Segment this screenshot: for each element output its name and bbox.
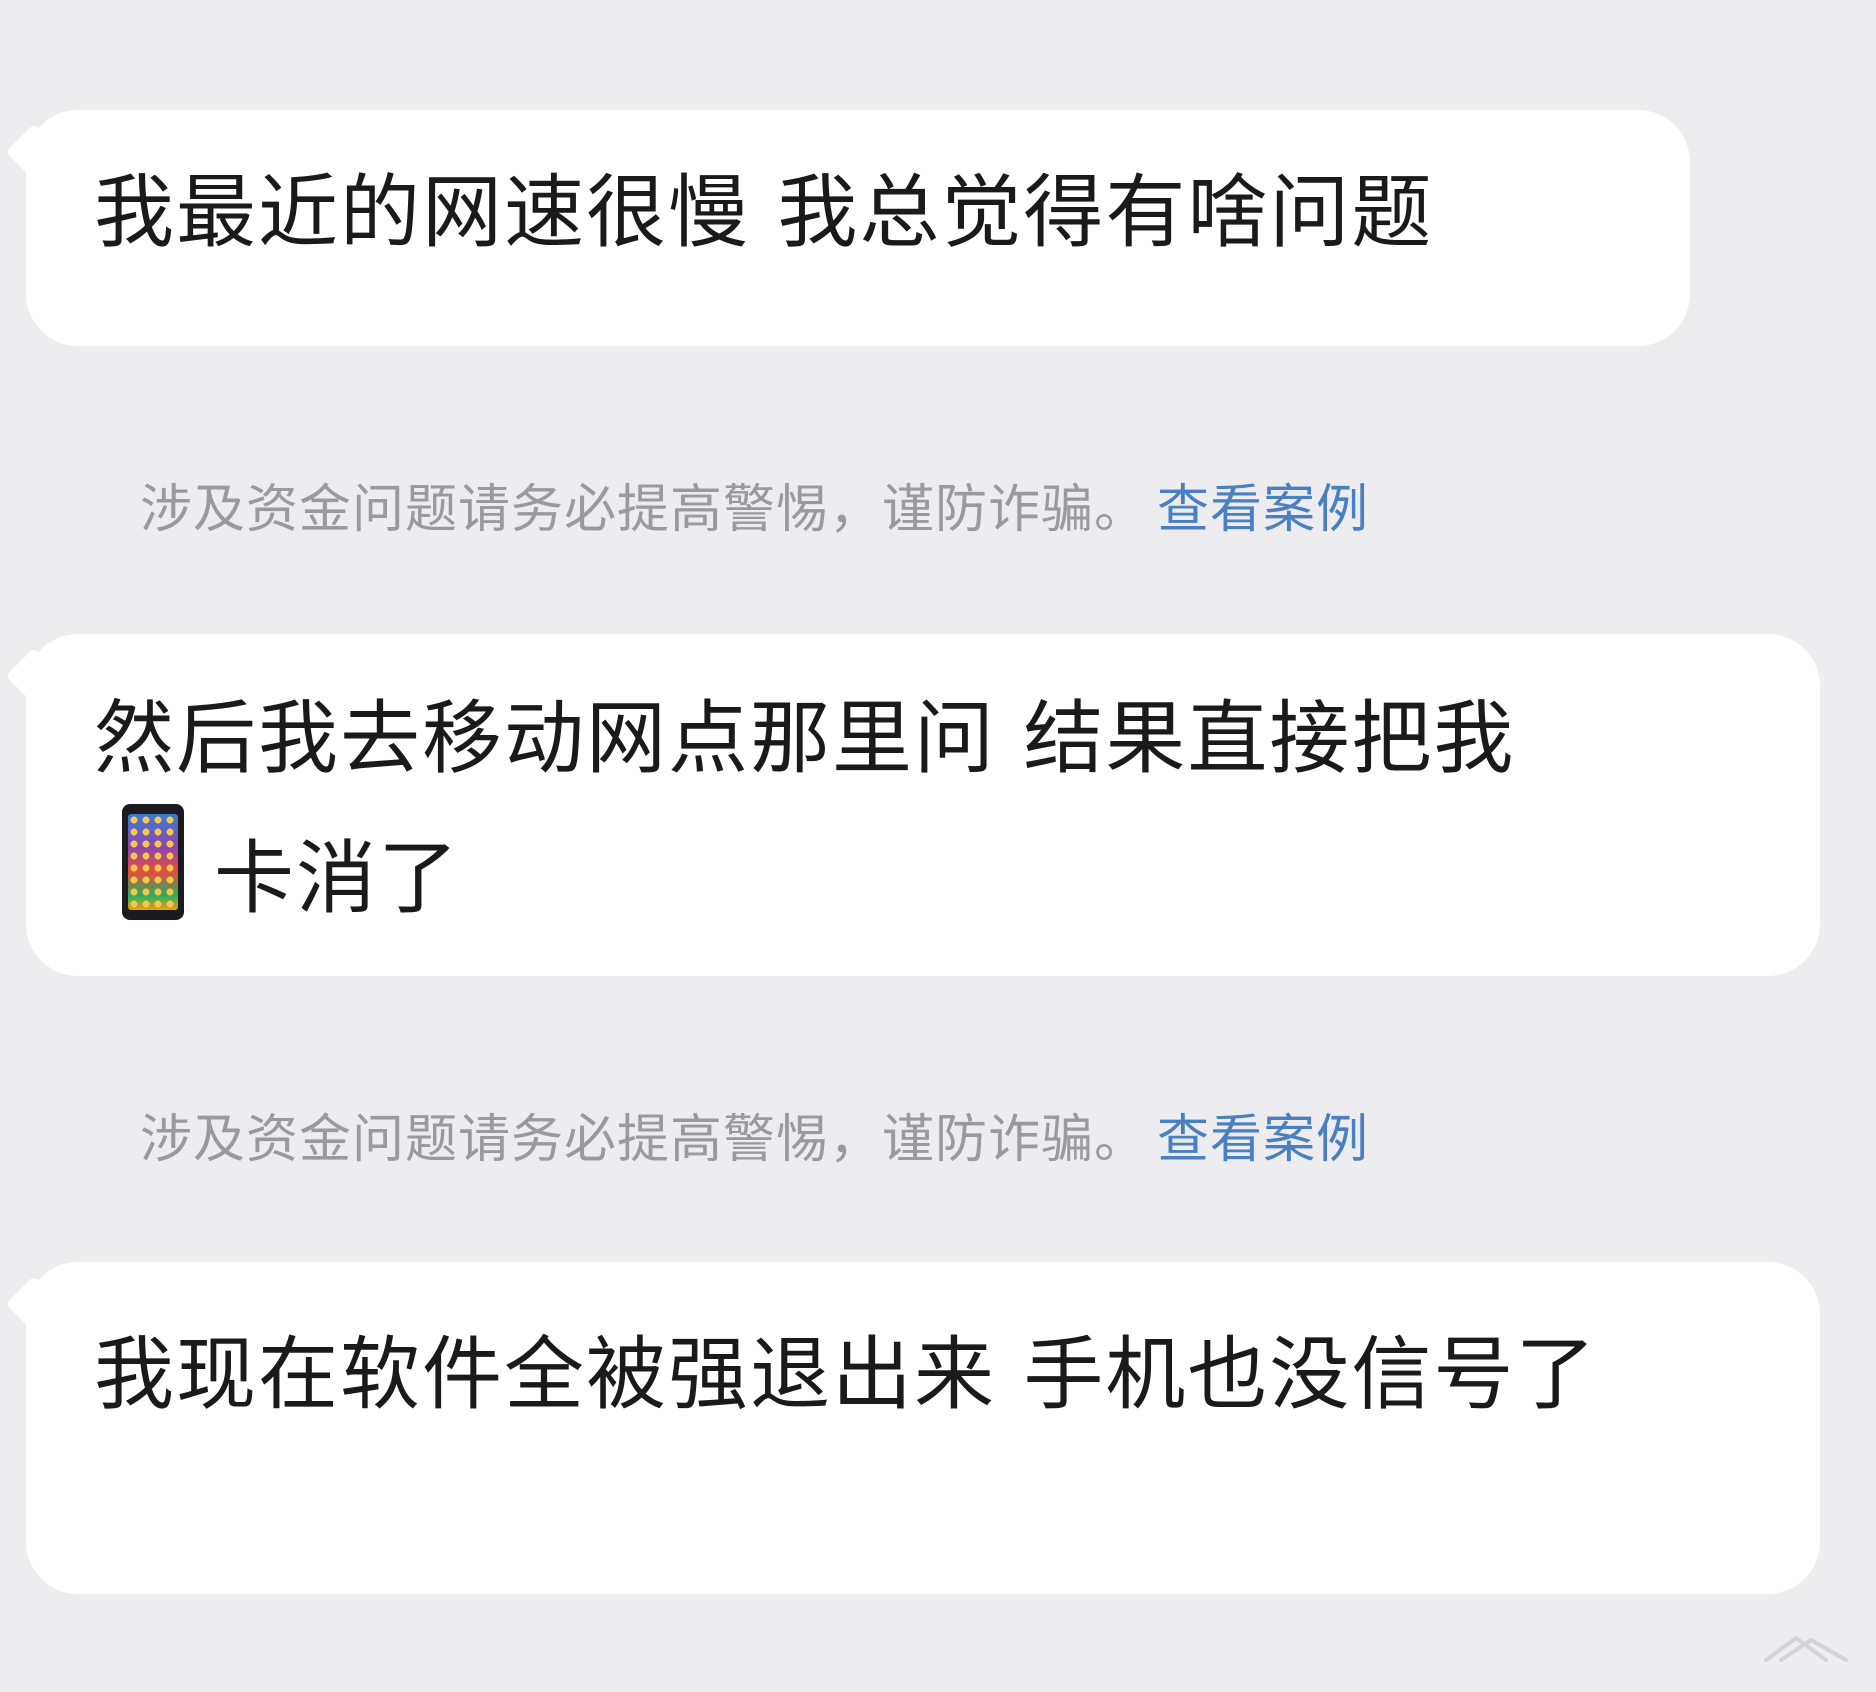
message-text-1: 我最近的网速很慢 我总觉得有啥问题 [94, 166, 1434, 259]
view-cases-link-2[interactable]: 查看案例 [1157, 1110, 1369, 1170]
mobile-phone-emoji-icon [122, 804, 184, 920]
fraud-warning-notice-1: 涉及资金问题请务必提高警惕，谨防诈骗。 查看案例 [140, 474, 1369, 546]
message-bubble-1[interactable]: 我最近的网速很慢 我总觉得有啥问题 [5, 110, 1690, 346]
message-text-2-before-icon: 然后我去移动网点那里问 结果直接把我 [94, 692, 1516, 785]
fraud-warning-text-1: 涉及资金问题请务必提高警惕，谨防诈骗。 [140, 480, 1148, 540]
message-text-2: 然后我去移动网点那里问 结果直接把我卡消了 [94, 674, 1760, 944]
message-text-3: 我现在软件全被强退出来 手机也没信号了 [94, 1328, 1598, 1421]
bubble-tail [5, 123, 63, 181]
fraud-warning-text-2: 涉及资金问题请务必提高警惕，谨防诈骗。 [140, 1110, 1148, 1170]
bubble-tail [5, 647, 63, 705]
message-bubble-2[interactable]: 然后我去移动网点那里问 结果直接把我卡消了 [5, 634, 1820, 976]
message-text-2-after-icon: 卡消了 [214, 832, 460, 925]
view-cases-link-1[interactable]: 查看案例 [1157, 480, 1369, 540]
bubble-tail [5, 1275, 63, 1333]
watermark-icon [1764, 1635, 1848, 1662]
fraud-warning-notice-2: 涉及资金问题请务必提高警惕，谨防诈骗。 查看案例 [140, 1104, 1369, 1176]
message-bubble-3[interactable]: 我现在软件全被强退出来 手机也没信号了 [5, 1262, 1820, 1594]
